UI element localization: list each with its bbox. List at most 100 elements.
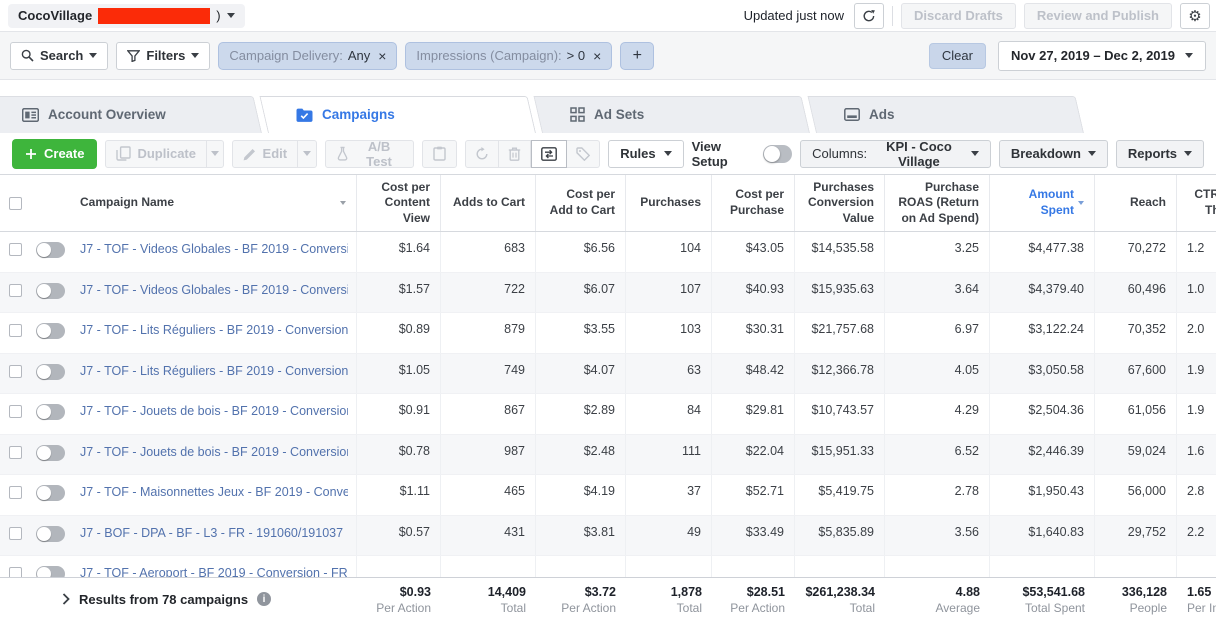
campaign-status-toggle[interactable] [30,232,72,272]
filters-button[interactable]: Filters [116,42,210,70]
row-checkbox[interactable] [0,435,30,475]
row-checkbox[interactable] [0,394,30,434]
select-all-checkbox[interactable] [0,175,30,231]
campaign-name-link[interactable]: J7 - BOF - DPA - BF - L3 - FR - 191060/1… [80,526,348,540]
table-body: J7 - TOF - Videos Globales - BF 2019 - C… [0,232,1216,577]
duplicate-split-button: Duplicate [105,140,223,168]
footer-total-value: 14,409 [451,585,526,599]
edit-placements-button[interactable] [531,140,567,168]
row-checkbox[interactable] [0,354,30,394]
column-header[interactable]: Cost per Content View [357,175,441,231]
search-icon [21,49,34,62]
reports-selector[interactable]: Reports [1116,140,1204,168]
discard-drafts-button[interactable]: Discard Drafts [901,3,1016,29]
campaign-name-cell: J7 - TOF - Jouets de bois - BF 2019 - Co… [72,394,357,434]
chevron-down-icon [1185,53,1193,58]
row-checkbox[interactable] [0,516,30,556]
row-checkbox[interactable] [0,232,30,272]
footer-total-value: 1,878 [636,585,702,599]
date-range-selector[interactable]: Nov 27, 2019 – Dec 2, 2019 [998,41,1206,71]
campaign-status-toggle[interactable] [30,435,72,475]
rules-button[interactable]: Rules [608,140,683,168]
revert-button[interactable] [465,140,499,168]
campaign-name-link[interactable]: J7 - TOF - Lits Réguliers - BF 2019 - Co… [80,364,348,378]
search-button[interactable]: Search [10,42,108,70]
chevron-down-icon [191,53,199,58]
metric-cell: $0.89 [357,313,441,353]
edit-dropdown[interactable] [297,141,316,167]
create-button[interactable]: Create [12,139,97,169]
metric-cell: 1.0 [1177,273,1216,313]
campaign-status-toggle[interactable] [30,516,72,556]
filter-pill-campaign-delivery[interactable]: Campaign Delivery: Any × [218,42,397,70]
review-publish-button[interactable]: Review and Publish [1024,3,1172,29]
metric-cell: 4.29 [885,394,990,434]
edit-button[interactable]: Edit [233,141,298,167]
info-icon[interactable] [257,592,271,606]
row-checkbox[interactable] [0,313,30,353]
metric-cell: $10,743.57 [795,394,885,434]
row-checkbox[interactable] [0,475,30,515]
row-checkbox[interactable] [0,556,30,577]
column-header[interactable]: Purchases [626,175,712,231]
campaign-status-toggle[interactable] [30,556,72,577]
duplicate-dropdown[interactable] [206,141,223,167]
tab-ads[interactable]: Ads [822,96,1084,133]
refresh-icon [862,9,876,23]
campaign-name-link[interactable]: J7 - TOF - Jouets de bois - BF 2019 - Co… [80,445,348,459]
column-header[interactable]: Purchases Conversion Value [795,175,885,231]
column-header[interactable]: Cost per Add to Cart [536,175,626,231]
column-header-campaign-name[interactable]: Campaign Name [72,175,357,231]
metric-cell: 70,352 [1095,313,1177,353]
footer-totals: $0.93Per Action14,409Total$3.72Per Actio… [357,578,1216,620]
campaign-status-toggle[interactable] [30,475,72,515]
clipboard-button[interactable] [422,140,457,168]
duplicate-button[interactable]: Duplicate [106,141,206,167]
breakdown-label: Breakdown [1011,146,1081,161]
settings-gear-button[interactable]: ⚙ [1180,3,1210,29]
metric-cell [441,556,536,577]
clear-filters-button[interactable]: Clear [929,43,986,69]
metric-cell: $29.81 [712,394,795,434]
column-header-label: Cost per Purchase [722,187,784,218]
metric-cell: $3.55 [536,313,626,353]
tab-ad-sets[interactable]: Ad Sets [548,96,810,133]
checkbox-icon [9,324,22,337]
metric-cell [712,556,795,577]
campaign-status-toggle[interactable] [30,313,72,353]
refresh-button[interactable] [854,3,884,29]
column-header[interactable]: Cost per Purchase [712,175,795,231]
expand-chevron-icon[interactable] [62,593,70,605]
campaign-status-toggle[interactable] [30,273,72,313]
campaign-name-link[interactable]: J7 - TOF - Lits Réguliers - BF 2019 - Co… [80,323,348,337]
campaign-name-link[interactable]: J7 - TOF - Videos Globales - BF 2019 - C… [80,242,348,256]
campaign-name-link[interactable]: J7 - TOF - Maisonnettes Jeux - BF 2019 -… [80,485,348,499]
campaign-name-link[interactable]: J7 - TOF - Aeroport - BF 2019 - Conversi… [80,566,348,577]
campaign-name-link[interactable]: J7 - TOF - Videos Globales - BF 2019 - C… [80,283,348,297]
close-icon[interactable]: × [593,49,601,63]
campaign-name-link[interactable]: J7 - TOF - Jouets de bois - BF 2019 - Co… [80,404,348,418]
campaign-status-toggle[interactable] [30,354,72,394]
metric-cell [536,556,626,577]
view-setup-toggle[interactable] [763,145,792,163]
tab-account-overview[interactable]: Account Overview [0,96,262,133]
account-selector[interactable]: CocoVillage ) [8,4,245,28]
campaign-status-toggle[interactable] [30,394,72,434]
filter-pill-impressions[interactable]: Impressions (Campaign): > 0 × [405,42,612,70]
tag-button[interactable] [567,140,600,168]
delete-button[interactable] [499,140,531,168]
row-checkbox[interactable] [0,273,30,313]
columns-selector[interactable]: Columns: KPI - Coco Village [800,140,991,168]
close-icon[interactable]: × [378,49,386,63]
column-header[interactable]: Amount Spent [990,175,1095,231]
column-header[interactable]: Adds to Cart [441,175,536,231]
ab-test-button[interactable]: A/B Test [325,140,414,168]
metric-cell [626,556,712,577]
footer-total-cell: $53,541.68Total Spent [990,578,1095,620]
column-header[interactable]: Reach [1095,175,1177,231]
add-filter-button[interactable]: + [620,42,654,70]
breakdown-selector[interactable]: Breakdown [999,140,1108,168]
column-header[interactable]: CTR (Link Click-Through Rate) [1177,175,1216,231]
column-header[interactable]: Purchase ROAS (Return on Ad Spend) [885,175,990,231]
tab-campaigns[interactable]: Campaigns [274,96,536,133]
